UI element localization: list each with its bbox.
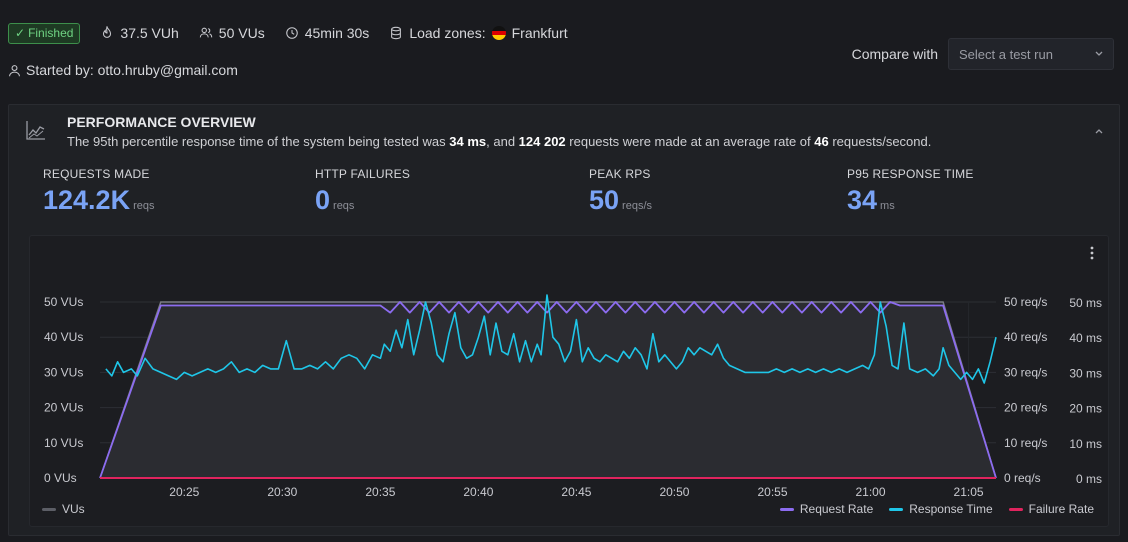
y-left-tick-label: 10 VUs: [44, 436, 83, 450]
x-tick-label: 20:35: [365, 485, 395, 499]
x-tick-label: 20:50: [659, 485, 689, 499]
y-right-ms-tick-label: 10 ms: [1069, 437, 1102, 451]
y-right-ms-tick-label: 20 ms: [1069, 402, 1102, 416]
started-by: Started by: otto.hruby@gmail.com: [8, 62, 238, 78]
x-tick-label: 21:05: [954, 485, 984, 499]
vus-metric: 50 VUs: [199, 25, 265, 41]
user-icon: [9, 64, 20, 76]
compare-select-placeholder: Select a test run: [959, 46, 1053, 62]
y-left-tick-label: 40 VUs: [44, 330, 83, 344]
y-right-rps-tick-label: 50 req/s: [1004, 295, 1047, 309]
vuh-metric: 37.5 VUh: [100, 25, 179, 41]
kpi-http-failures: HTTP FAILURES 0 reqs: [315, 167, 411, 215]
y-left-tick-label: 0 VUs: [44, 471, 77, 485]
request-rate-swatch: [779, 507, 794, 511]
y-right-rps-tick-label: 0 req/s: [1004, 471, 1041, 485]
performance-chart-card: 0 VUs 10 VUs 20 VUs 30 VUs 40 VUs 50 VUs 0 re…: [29, 235, 1109, 527]
users-icon: [199, 27, 213, 38]
x-tick-label: 20:25: [169, 485, 199, 499]
compare-with: Compare with Select a test run: [852, 38, 1114, 70]
vus-area: [100, 302, 996, 478]
compare-label: Compare with: [851, 46, 938, 62]
kpi-peak-rps: PEAK RPS 50 reqs/s: [589, 167, 653, 215]
clock-icon: [285, 27, 298, 39]
flame-icon: [103, 26, 112, 38]
y-left-tick-label: 20 VUs: [44, 401, 83, 415]
failure-rate-swatch: [1008, 507, 1023, 511]
x-tick-label: 20:40: [463, 485, 493, 499]
y-left-tick-label: 50 VUs: [44, 295, 83, 309]
performance-chart: 0 VUs 10 VUs 20 VUs 30 VUs 40 VUs 50 VUs 0 re…: [44, 294, 1102, 499]
kpi-p95-response-time: P95 RESPONSE TIME 34 ms: [847, 167, 974, 215]
performance-summary: The 95th percentile response time of the…: [67, 134, 932, 149]
y-right-rps-tick-label: 10 req/s: [1004, 436, 1047, 450]
x-tick-label: 20:30: [267, 485, 297, 499]
legend-request-rate[interactable]: Request Rate: [779, 502, 873, 516]
response-time-swatch: [889, 507, 904, 511]
legend-failure-rate[interactable]: Failure Rate: [1008, 502, 1094, 516]
chevron-down-icon: [1095, 51, 1103, 56]
y-right-ms-tick-label: 30 ms: [1069, 366, 1102, 380]
chevron-up-icon[interactable]: [1093, 125, 1105, 137]
kpi-requests-made: REQUESTS MADE 124.2K reqs: [43, 167, 155, 215]
duration-metric: 45min 30s: [285, 25, 369, 41]
status-badge: ✓ Finished: [8, 22, 81, 44]
y-right-ms-tick-label: 50 ms: [1069, 296, 1102, 310]
performance-overview-panel: PERFORMANCE OVERVIEW The 95th percentile…: [8, 104, 1120, 536]
legend-vus[interactable]: VUs: [42, 502, 85, 516]
chart-legend: Request Rate Response Time Failure Rate: [779, 502, 1094, 516]
vus-swatch: [42, 507, 56, 511]
y-right-rps-tick-label: 20 req/s: [1004, 401, 1047, 415]
y-right-ms-tick-label: 40 ms: [1069, 331, 1102, 345]
germany-flag-icon: [491, 26, 506, 40]
check-icon: ✓: [15, 26, 26, 40]
performance-overview-title: PERFORMANCE OVERVIEW: [67, 114, 256, 130]
database-icon: [391, 26, 402, 40]
x-tick-label: 20:45: [561, 485, 591, 499]
status-text: Finished: [28, 26, 74, 40]
chart-line-icon: [26, 121, 45, 140]
test-meta-row: ✓ Finished 37.5 VUh 50 VUs 45min 30s Loa…: [8, 22, 568, 44]
compare-test-run-select[interactable]: Select a test run: [948, 38, 1114, 70]
x-tick-label: 21:00: [856, 485, 886, 499]
y-right-rps-tick-label: 40 req/s: [1004, 330, 1047, 344]
y-right-rps-tick-label: 30 req/s: [1004, 365, 1047, 379]
y-left-tick-label: 30 VUs: [44, 365, 83, 379]
y-right-ms-tick-label: 0 ms: [1076, 472, 1102, 486]
test-run-header: ✓ Finished 37.5 VUh 50 VUs 45min 30s Loa…: [0, 0, 1128, 96]
x-tick-label: 20:55: [757, 485, 787, 499]
legend-response-time[interactable]: Response Time: [889, 502, 993, 516]
load-zones: Load zones: Frankfurt: [389, 25, 568, 41]
